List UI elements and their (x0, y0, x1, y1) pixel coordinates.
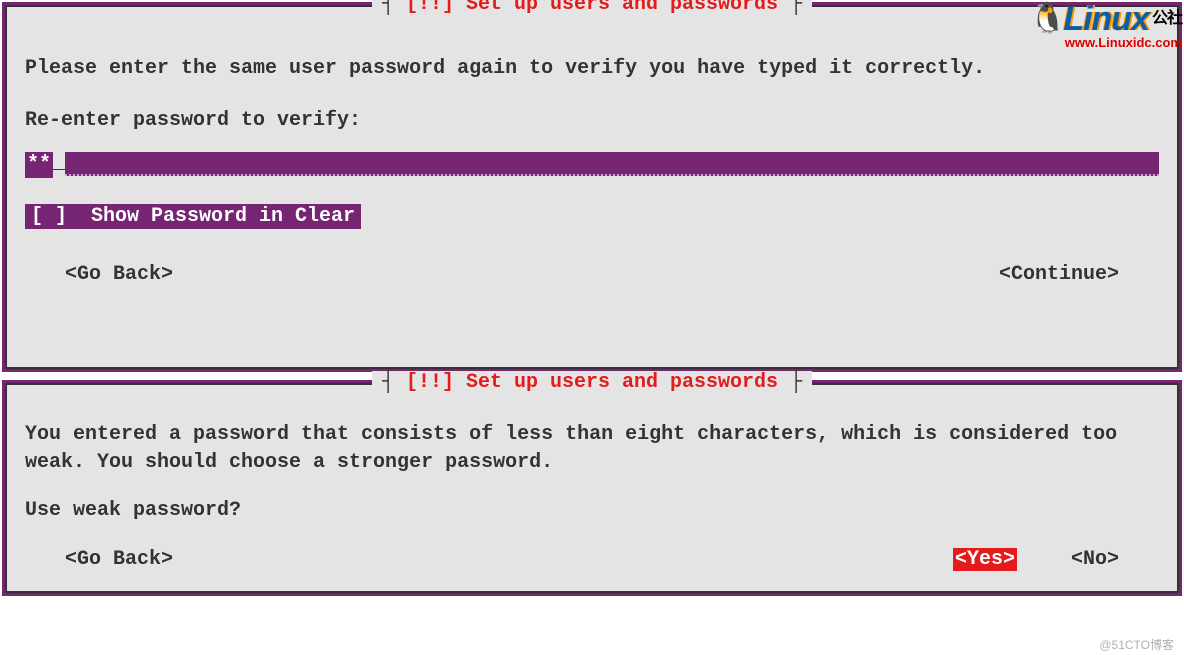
weak-password-dialog: ┤ [!!] Set up users and passwords ├ You … (5, 383, 1179, 593)
question-text: Use weak password? (25, 499, 1159, 522)
yes-button[interactable]: <Yes> (953, 548, 1017, 571)
title-bracket-right: ├ (778, 371, 802, 394)
title-bracket-left: ┤ (382, 371, 406, 394)
password-input-field[interactable] (65, 152, 1159, 176)
go-back-button[interactable]: <Go Back> (65, 548, 173, 571)
title-marker: [!!] (406, 0, 466, 16)
footer-watermark: @51CTO博客 (1099, 636, 1174, 653)
dialog-title-bar: ┤ [!!] Set up users and passwords ├ (7, 371, 1177, 394)
button-row: <Go Back> <Yes> <No> (25, 548, 1159, 571)
no-button[interactable]: <No> (1071, 548, 1119, 571)
password-input-row[interactable]: **_ (25, 152, 1159, 178)
warning-text: You entered a password that consists of … (25, 421, 1159, 477)
field-label: Re-enter password to verify: (25, 109, 1159, 132)
panel-2-frame: ┤ [!!] Set up users and passwords ├ You … (2, 380, 1182, 596)
continue-button[interactable]: <Continue> (999, 263, 1119, 286)
password-masked-value: ** (25, 152, 53, 178)
title-marker: [!!] (406, 371, 466, 394)
go-back-button[interactable]: <Go Back> (65, 263, 173, 286)
title-bracket-left: ┤ (382, 0, 406, 16)
dialog-title-bar: ┤ [!!] Set up users and passwords ├ (7, 0, 1177, 16)
dialog-title: Set up users and passwords (466, 0, 778, 16)
password-verify-dialog: ┤ [!!] Set up users and passwords ├ Plea… (5, 5, 1179, 369)
show-password-checkbox[interactable]: [ ] Show Password in Clear (25, 204, 361, 229)
title-bracket-right: ├ (778, 0, 802, 16)
button-row: <Go Back> <Continue> (25, 263, 1159, 286)
text-cursor: _ (53, 152, 65, 178)
dialog-title: Set up users and passwords (466, 371, 778, 394)
instruction-text: Please enter the same user password agai… (25, 55, 1159, 83)
panel-1-frame: ┤ [!!] Set up users and passwords ├ Plea… (2, 2, 1182, 372)
